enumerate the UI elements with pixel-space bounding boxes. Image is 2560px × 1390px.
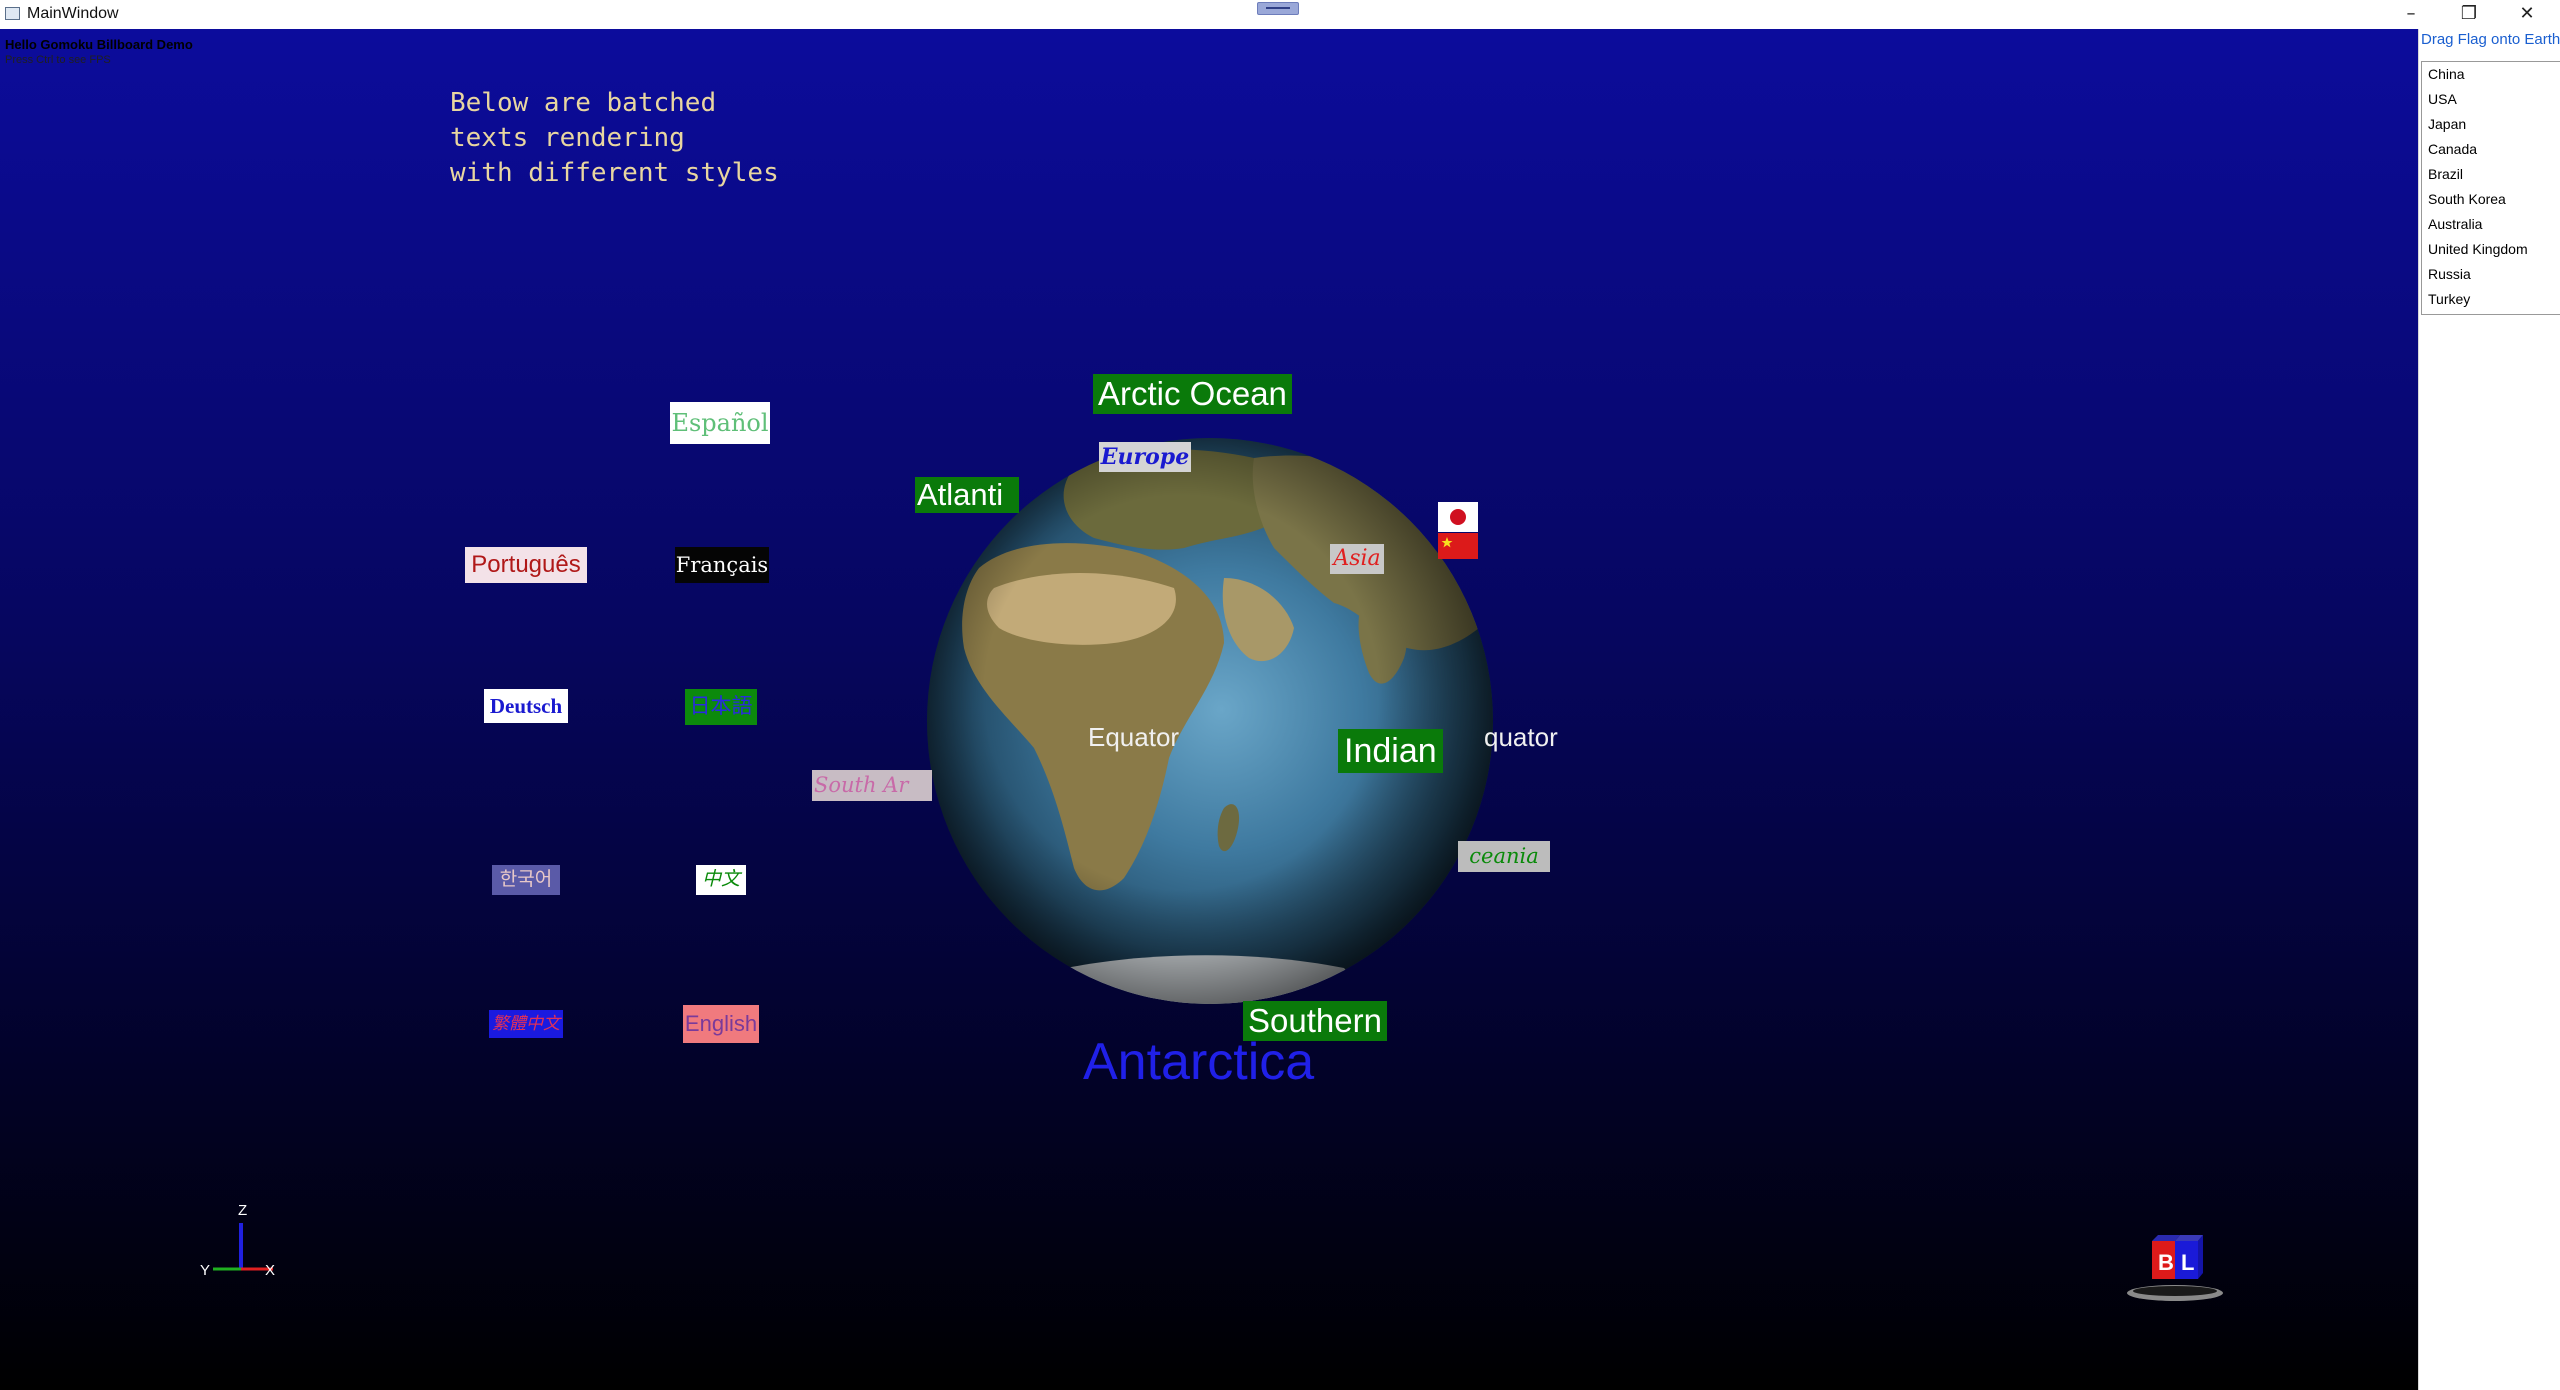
side-panel-title: Drag Flag onto Earth — [2421, 31, 2560, 48]
country-item[interactable]: United Kingdom — [2422, 237, 2560, 262]
close-icon: ✕ — [2519, 3, 2535, 24]
label-equator-right: quator — [1484, 722, 1558, 752]
minimize-button[interactable]: – — [2382, 0, 2440, 29]
country-item[interactable]: South Korea — [2422, 187, 2560, 212]
close-button[interactable]: ✕ — [2498, 0, 2556, 29]
maximize-button[interactable]: ❐ — [2440, 0, 2498, 29]
view-cube-face-back: B — [2158, 1250, 2174, 1275]
label-south-america: South Ar — [812, 770, 932, 801]
app-icon — [5, 7, 20, 20]
minimize-icon: – — [2406, 3, 2416, 24]
china-flag-icon[interactable] — [1438, 533, 1478, 559]
axis-x-label: X — [265, 1262, 275, 1279]
axis-gizmo-icon: Z Y X — [200, 1202, 275, 1279]
country-item[interactable]: Turkey — [2422, 287, 2560, 312]
lang-label-traditional-chinese: 繁體中文 — [489, 1010, 563, 1038]
view-cube-face-left: L — [2181, 1250, 2194, 1275]
axis-y-label: Y — [200, 1262, 210, 1279]
japan-flag-icon[interactable] — [1438, 502, 1478, 532]
demo-hint: Press Ctrl to see FPS — [5, 54, 111, 66]
label-arctic-ocean: Arctic Ocean — [1093, 374, 1292, 414]
label-oceania: ceania — [1458, 841, 1550, 872]
3d-viewport[interactable]: Hello Gomoku Billboard Demo Press Ctrl t… — [0, 29, 2418, 1390]
country-item[interactable]: Russia — [2422, 262, 2560, 287]
label-europe: Europe — [1099, 442, 1191, 472]
axis-z-label: Z — [238, 1202, 247, 1219]
lang-label-japanese: 日本語 — [685, 689, 757, 725]
lang-label-portugues: Português — [465, 547, 587, 583]
batched-caption: Below are batched texts rendering with d… — [450, 88, 779, 188]
restore-handle[interactable] — [1257, 2, 1299, 15]
lang-label-deutsch: Deutsch — [484, 689, 568, 723]
country-item[interactable]: Brazil — [2422, 162, 2560, 187]
window-title: MainWindow — [27, 5, 119, 22]
label-indian-ocean: Indian — [1338, 729, 1443, 773]
label-antarctica: Antarctica — [1083, 1033, 1315, 1091]
country-item[interactable]: Canada — [2422, 137, 2560, 162]
side-panel: Drag Flag onto Earth China USA Japan Can… — [2418, 29, 2560, 1390]
label-asia: Asia — [1330, 544, 1384, 574]
lang-label-chinese: 中文 — [696, 865, 746, 895]
earth-globe[interactable] — [924, 428, 1496, 1014]
title-bar: MainWindow – ❐ ✕ — [0, 0, 2560, 30]
country-item[interactable]: Japan — [2422, 112, 2560, 137]
view-cube-icon[interactable]: B L — [2125, 1219, 2225, 1309]
country-item[interactable]: USA — [2422, 87, 2560, 112]
demo-title: Hello Gomoku Billboard Demo — [5, 37, 193, 52]
label-equator-center: Equator — [1088, 722, 1180, 752]
lang-label-korean: 한국어 — [492, 865, 560, 895]
country-list[interactable]: China USA Japan Canada Brazil South Kore… — [2421, 61, 2560, 315]
lang-label-english: English — [683, 1005, 759, 1043]
lang-label-francais: Français — [675, 547, 769, 583]
maximize-icon: ❐ — [2460, 3, 2478, 24]
country-item[interactable]: China — [2422, 62, 2560, 87]
country-item[interactable]: Australia — [2422, 212, 2560, 237]
lang-label-espanol: Español — [670, 402, 770, 444]
